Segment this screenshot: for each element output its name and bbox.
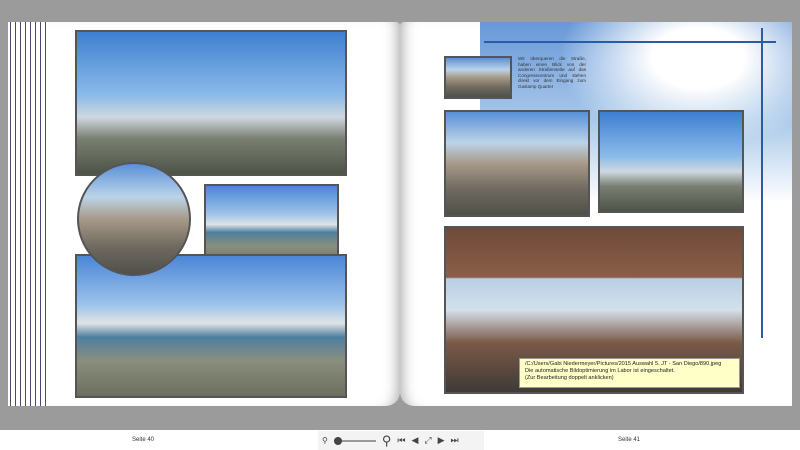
tooltip-hint: (Zur Bearbeitung doppelt anklicken) [525, 375, 614, 381]
photo-gaslamp-buildings[interactable] [444, 110, 590, 217]
left-page-label: Seite 40 [132, 437, 155, 443]
fit-icon[interactable]: ⤢ [424, 435, 431, 446]
right-page-label: Seite 41 [618, 437, 641, 443]
zoom-in-icon[interactable]: ⚲ [382, 433, 392, 449]
photo-hotel-towers[interactable] [75, 30, 347, 176]
photo-limousine-circle[interactable] [77, 162, 191, 276]
photo-marina-view[interactable] [75, 254, 347, 398]
navigation-toolbar: ⚲ ⚲ ⏮ ◀ ⤢ ▶ ⏭ [318, 431, 484, 450]
last-page-icon[interactable]: ⏭ [451, 435, 459, 446]
prev-page-icon[interactable]: ◀ [412, 435, 419, 446]
zoom-slider-thumb[interactable] [333, 436, 342, 445]
photo-convention-center[interactable] [598, 110, 744, 213]
photo-palm-street[interactable] [444, 56, 512, 99]
first-page-icon[interactable]: ⏮ [397, 435, 405, 446]
image-tooltip: /C:/Users/Gabi Niedermeyer/Pictures/2015… [519, 358, 740, 388]
zoom-out-icon[interactable]: ⚲ [322, 436, 328, 445]
tooltip-status: Die automatische Bildoptimierung im Labo… [525, 368, 675, 374]
page-stack-edges [8, 22, 48, 406]
tooltip-path: /C:/Users/Gabi Niedermeyer/Pictures/2015… [525, 361, 722, 367]
caption-text: Wir überqueren die Straße, haben einen B… [518, 56, 586, 89]
zoom-slider[interactable] [333, 436, 376, 445]
next-page-icon[interactable]: ▶ [438, 435, 445, 446]
accent-line-vertical [761, 28, 763, 338]
accent-line-horizontal [484, 41, 776, 43]
